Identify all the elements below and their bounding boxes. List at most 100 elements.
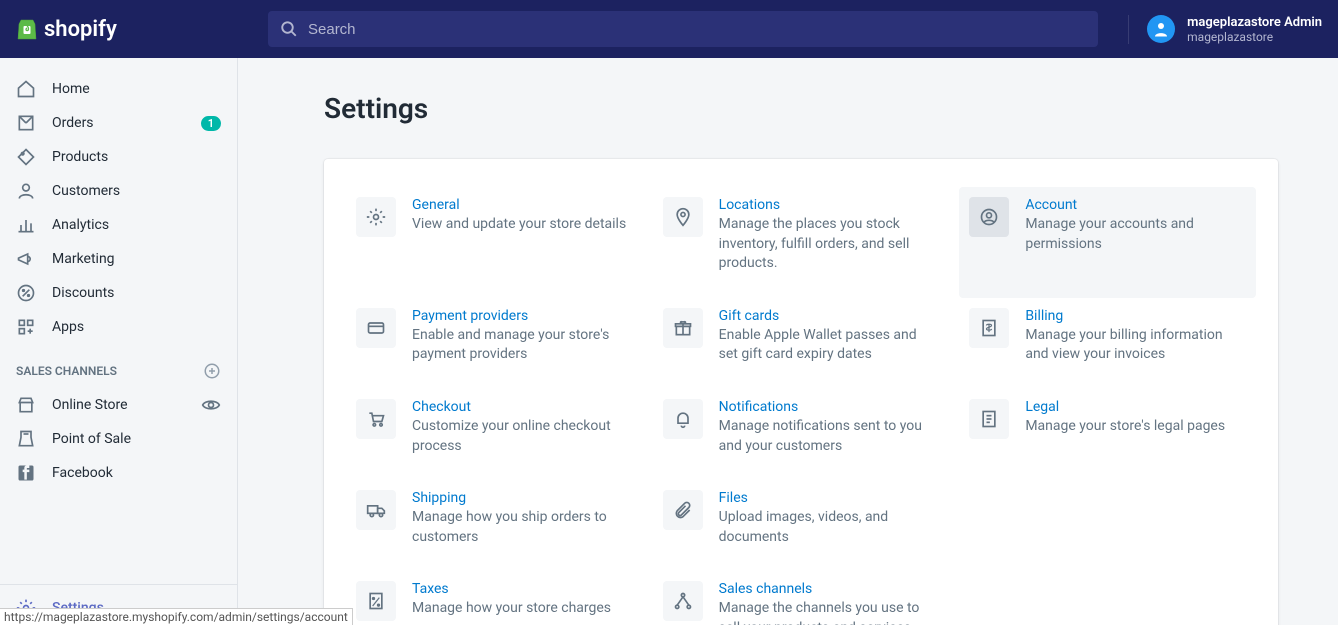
sidebar-label: Analytics — [52, 217, 221, 233]
sidebar-item-customers[interactable]: Customers — [0, 174, 237, 208]
tile-account[interactable]: AccountManage your accounts and permissi… — [959, 187, 1256, 298]
tile-desc: Manage how you ship orders to customers — [412, 508, 633, 547]
sidebar-label: Discounts — [52, 285, 221, 301]
avatar-icon — [1152, 20, 1170, 38]
tile-desc: Manage notifications sent to you and you… — [719, 417, 940, 456]
search-box[interactable] — [268, 11, 1098, 47]
tile-title: Notifications — [719, 399, 940, 415]
sidebar-label: Customers — [52, 183, 221, 199]
sidebar-item-pos[interactable]: Point of Sale — [0, 422, 237, 456]
analytics-icon — [16, 215, 36, 235]
sidebar-label: Point of Sale — [52, 431, 221, 447]
channels-icon — [673, 591, 693, 611]
tile-notifications[interactable]: Notifications Manage notifications sent t… — [653, 389, 950, 480]
user-text: mageplazastore Admin mageplazastore — [1187, 15, 1322, 44]
sidebar: Home Orders 1 Products Customers Analyti… — [0, 58, 238, 625]
tile-title: Taxes — [412, 581, 611, 597]
tile-billing[interactable]: BillingManage your billing information a… — [959, 298, 1256, 389]
account-icon — [979, 207, 999, 227]
sidebar-label: Home — [52, 81, 221, 97]
tile-title: Gift cards — [719, 308, 940, 324]
discount-icon — [16, 283, 36, 303]
tile-title: Sales channels — [719, 581, 940, 597]
store-name: mageplazastore — [1187, 30, 1322, 44]
search-icon — [280, 20, 298, 38]
sidebar-item-products[interactable]: Products — [0, 140, 237, 174]
tile-taxes[interactable]: Taxes Manage how your store charges — [346, 571, 643, 625]
tile-desc: Manage your store's legal pages — [1025, 417, 1225, 437]
sidebar-label: Products — [52, 149, 221, 165]
tile-locations[interactable]: LocationsManage the places you stock inv… — [653, 187, 950, 298]
tile-desc: Enable Apple Wallet passes and set gift … — [719, 326, 940, 365]
orders-icon — [16, 113, 36, 133]
orders-badge: 1 — [201, 116, 221, 131]
tile-desc: Customize your online checkout process — [412, 417, 633, 456]
tile-sales-channels[interactable]: Sales channels Manage the channels you us… — [653, 571, 950, 625]
topbar: shopify mageplazastore Admin mageplazast… — [0, 0, 1338, 58]
view-store-icon[interactable] — [201, 395, 221, 415]
tile-gift-cards[interactable]: Gift cards Enable Apple Wallet passes and… — [653, 298, 950, 389]
tile-title: Legal — [1025, 399, 1225, 415]
tile-desc: View and update your store details — [412, 215, 626, 235]
shopify-bag-icon — [16, 17, 38, 41]
logo-area: shopify — [0, 17, 238, 42]
search-input[interactable] — [308, 21, 1086, 38]
channels-header-text: SALES CHANNELS — [16, 364, 117, 378]
tile-title: Billing — [1025, 308, 1246, 324]
tile-desc: Manage the channels you use to sell your… — [719, 599, 940, 625]
sidebar-item-home[interactable]: Home — [0, 72, 237, 106]
storefront-icon — [16, 395, 36, 415]
tile-title: Checkout — [412, 399, 633, 415]
tile-payment-providers[interactable]: Payment providers Enable and manage your … — [346, 298, 643, 389]
sidebar-label: Facebook — [52, 465, 221, 481]
avatar — [1147, 15, 1175, 43]
sidebar-item-facebook[interactable]: Facebook — [0, 456, 237, 490]
attachment-icon — [673, 500, 693, 520]
cart-icon — [366, 409, 386, 429]
megaphone-icon — [16, 249, 36, 269]
tile-desc: Manage your accounts and permissions — [1025, 215, 1246, 254]
tag-icon — [16, 147, 36, 167]
sidebar-label: Online Store — [52, 397, 201, 413]
tile-title: Files — [719, 490, 940, 506]
tile-desc: Enable and manage your store's payment p… — [412, 326, 633, 365]
sidebar-label: Marketing — [52, 251, 221, 267]
sidebar-item-discounts[interactable]: Discounts — [0, 276, 237, 310]
main-content: Settings General View and update your sto… — [238, 58, 1338, 625]
facebook-icon — [16, 463, 36, 483]
tile-desc: Manage how your store charges — [412, 599, 611, 619]
add-channel-icon[interactable] — [203, 362, 221, 380]
tile-title: Payment providers — [412, 308, 633, 324]
channels-header: SALES CHANNELS — [0, 344, 237, 388]
tile-title: Shipping — [412, 490, 633, 506]
page-title: Settings — [324, 92, 1278, 125]
sidebar-item-analytics[interactable]: Analytics — [0, 208, 237, 242]
gear-icon — [366, 207, 386, 227]
tile-shipping[interactable]: Shipping Manage how you ship orders to cu… — [346, 480, 643, 571]
legal-icon — [979, 409, 999, 429]
truck-icon — [366, 500, 386, 520]
sidebar-item-orders[interactable]: Orders 1 — [0, 106, 237, 140]
sidebar-label: Apps — [52, 319, 221, 335]
tile-title: Locations — [719, 197, 940, 213]
tile-legal[interactable]: Legal Manage your store's legal pages — [959, 389, 1256, 480]
apps-icon — [16, 317, 36, 337]
sidebar-label: Orders — [52, 115, 201, 131]
home-icon — [16, 79, 36, 99]
card-icon — [366, 318, 386, 338]
tile-checkout[interactable]: Checkout Customize your online checkout p… — [346, 389, 643, 480]
tile-files[interactable]: Files Upload images, videos, and document… — [653, 480, 950, 571]
search-wrap — [238, 11, 1128, 47]
taxes-icon — [366, 591, 386, 611]
sidebar-item-online-store[interactable]: Online Store — [0, 388, 237, 422]
settings-grid: General View and update your store detail… — [346, 187, 1256, 625]
tile-desc: Upload images, videos, and documents — [719, 508, 940, 547]
tile-general[interactable]: General View and update your store detail… — [346, 187, 643, 298]
sidebar-item-marketing[interactable]: Marketing — [0, 242, 237, 276]
user-menu[interactable]: mageplazastore Admin mageplazastore — [1128, 15, 1322, 44]
tile-title: General — [412, 197, 626, 213]
bell-icon — [673, 409, 693, 429]
status-bar-link: https://mageplazastore.myshopify.com/adm… — [0, 608, 353, 625]
shopify-logo[interactable]: shopify — [16, 17, 117, 42]
sidebar-item-apps[interactable]: Apps — [0, 310, 237, 344]
